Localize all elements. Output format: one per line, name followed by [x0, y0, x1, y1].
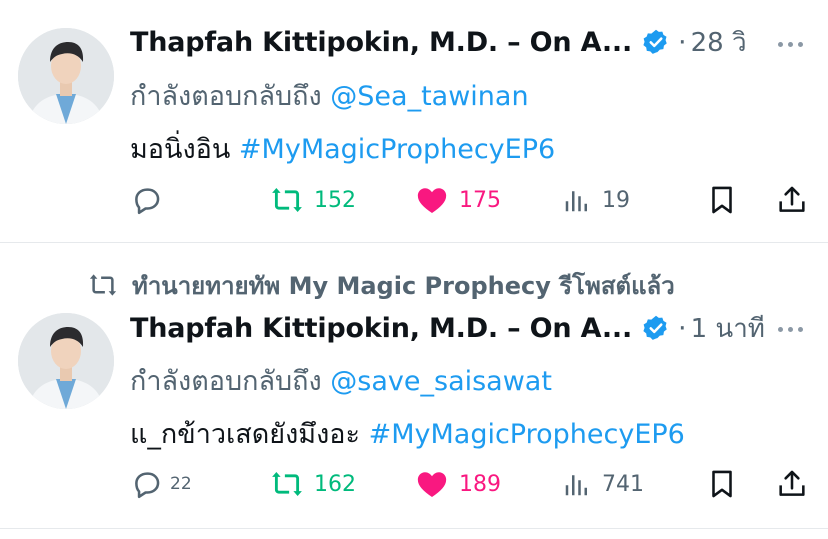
- hashtag-link[interactable]: #MyMagicProphecyEP6: [369, 419, 685, 450]
- more-dots-icon[interactable]: [772, 317, 808, 341]
- like-count: 175: [459, 187, 501, 213]
- bookmark-button[interactable]: [705, 180, 739, 220]
- verified-badge-icon: [642, 28, 670, 56]
- timestamp[interactable]: 1 นาที: [691, 308, 765, 349]
- speech-bubble-icon: [135, 472, 160, 499]
- verified-badge-icon: [642, 314, 670, 342]
- bar-chart-icon: [565, 191, 587, 212]
- repost-arrows-icon: [272, 471, 302, 497]
- speech-bubble-icon: [135, 188, 160, 215]
- retweet-count: 152: [314, 187, 356, 213]
- repost-arrows-icon: [272, 187, 302, 213]
- retweet-count: 162: [314, 471, 356, 497]
- views-button[interactable]: 19: [562, 180, 630, 220]
- action-bar: 152 175 19: [130, 180, 810, 220]
- replying-to-label: กำลังตอบกลับถึง: [130, 81, 322, 112]
- separator-dot: ·: [678, 26, 687, 58]
- mention-link[interactable]: @save_saisawat: [330, 366, 552, 397]
- share-button[interactable]: [775, 464, 809, 504]
- heart-icon: [417, 188, 447, 214]
- reply-button[interactable]: 22: [130, 464, 192, 504]
- replying-to-line: กำลังตอบกลับถึง @save_saisawat: [130, 359, 552, 402]
- mention-link[interactable]: @Sea_tawinan: [330, 81, 528, 112]
- share-button[interactable]: [775, 180, 809, 220]
- retweet-button[interactable]: 152: [270, 180, 356, 220]
- bookmark-button[interactable]: [705, 464, 739, 504]
- view-count: 19: [602, 187, 630, 213]
- action-bar: 22 162 189 741: [130, 464, 810, 504]
- author-name[interactable]: Thapfah Kittipokin, M.D. – On A...: [130, 313, 632, 344]
- view-count: 741: [602, 471, 644, 497]
- tweet-text: มอนิ่งอิน #MyMagicProphecyEP6: [130, 127, 555, 170]
- bar-chart-icon: [565, 475, 587, 496]
- avatar[interactable]: [18, 28, 114, 124]
- tweet[interactable]: Thapfah Kittipokin, M.D. – On A... · 28 …: [0, 0, 828, 242]
- replying-to-line: กำลังตอบกลับถึง @Sea_tawinan: [130, 74, 529, 117]
- divider: [0, 528, 828, 529]
- retweet-button[interactable]: 162: [270, 464, 356, 504]
- separator-dot: ·: [678, 312, 687, 344]
- more-dots-icon[interactable]: [772, 32, 808, 56]
- views-button[interactable]: 741: [562, 464, 644, 504]
- heart-icon: [417, 472, 447, 498]
- author-name[interactable]: Thapfah Kittipokin, M.D. – On A...: [130, 27, 632, 58]
- bookmark-icon: [712, 470, 732, 498]
- share-upload-icon: [779, 470, 805, 496]
- like-button[interactable]: 175: [415, 180, 501, 220]
- share-upload-icon: [779, 186, 805, 212]
- tweet[interactable]: Thapfah Kittipokin, M.D. – On A... · 1 น…: [0, 243, 828, 528]
- tweet-text-content: แ_กข้าวเสดยังมึงอะ: [130, 419, 360, 450]
- bookmark-icon: [712, 186, 732, 214]
- replying-to-label: กำลังตอบกลับถึง: [130, 366, 322, 397]
- hashtag-link[interactable]: #MyMagicProphecyEP6: [239, 134, 555, 165]
- like-count: 189: [459, 471, 501, 497]
- reply-button[interactable]: [130, 180, 164, 220]
- tweet-text-content: มอนิ่งอิน: [130, 134, 231, 165]
- tweet-header: Thapfah Kittipokin, M.D. – On A... · 1 น…: [130, 308, 765, 348]
- like-button[interactable]: 189: [415, 464, 501, 504]
- avatar[interactable]: [18, 313, 114, 409]
- timestamp[interactable]: 28 วิ: [691, 22, 747, 63]
- reply-count: 22: [170, 474, 192, 494]
- tweet-text: แ_กข้าวเสดยังมึงอะ #MyMagicProphecyEP6: [130, 412, 685, 455]
- tweet-header: Thapfah Kittipokin, M.D. – On A... · 28 …: [130, 22, 747, 62]
